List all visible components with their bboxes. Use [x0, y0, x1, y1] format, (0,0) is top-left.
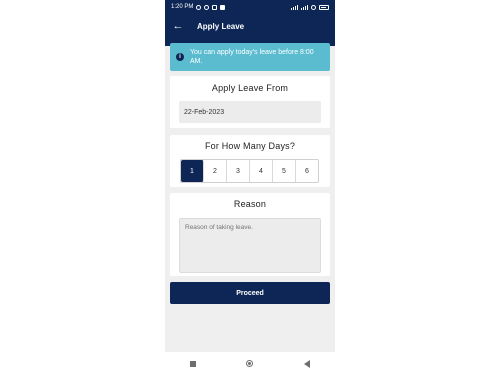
day-option-1[interactable]: 1: [181, 160, 204, 182]
notification-icon: [212, 4, 218, 10]
status-left: 1:20 PM: [171, 4, 226, 10]
days-card: For How Many Days? 1 2 3 4 5 6: [170, 135, 330, 187]
signal-icon-2: [301, 4, 308, 10]
home-icon[interactable]: [246, 360, 254, 367]
day-option-3[interactable]: 3: [227, 160, 250, 182]
day-option-5[interactable]: 5: [273, 160, 296, 182]
day-option-4[interactable]: 4: [250, 160, 273, 182]
alarm-icon: [196, 4, 202, 10]
apply-from-card: Apply Leave From 22-Feb-2023: [170, 76, 330, 128]
info-banner-text: You can apply today's leave before 8:00 …: [190, 49, 314, 65]
days-heading: For How Many Days?: [204, 141, 296, 151]
system-nav-bar: [165, 352, 335, 375]
page-title: Apply Leave: [197, 21, 245, 31]
app-bar: ← Apply Leave: [165, 14, 335, 38]
reason-input[interactable]: [179, 218, 321, 273]
phone-screen: 1:20 PM ← Apply Leave i You can apply to…: [165, 0, 335, 375]
day-option-6[interactable]: 6: [296, 160, 318, 182]
back-button[interactable]: ←: [167, 14, 189, 38]
proceed-button[interactable]: Proceed: [170, 282, 330, 304]
arrow-left-icon: ←: [172, 20, 184, 32]
battery-icon: [319, 4, 329, 10]
back-nav-icon[interactable]: [303, 359, 310, 368]
status-right: [291, 4, 329, 10]
status-bar: 1:20 PM: [165, 0, 335, 14]
message-icon: [220, 4, 226, 10]
wifi-icon: [311, 4, 316, 10]
date-field[interactable]: 22-Feb-2023: [179, 101, 321, 123]
recents-icon[interactable]: [190, 360, 197, 367]
day-option-2[interactable]: 2: [204, 160, 227, 182]
signal-icon: [291, 4, 298, 10]
days-selector: 1 2 3 4 5 6: [180, 159, 319, 183]
reason-heading: Reason: [233, 199, 267, 209]
reason-card: Reason: [170, 193, 330, 276]
apply-from-heading: Apply Leave From: [211, 83, 289, 93]
info-icon: i: [176, 53, 184, 61]
status-time: 1:20 PM: [171, 4, 194, 10]
info-banner: i You can apply today's leave before 8:0…: [170, 43, 330, 71]
clock-icon: [204, 4, 210, 10]
